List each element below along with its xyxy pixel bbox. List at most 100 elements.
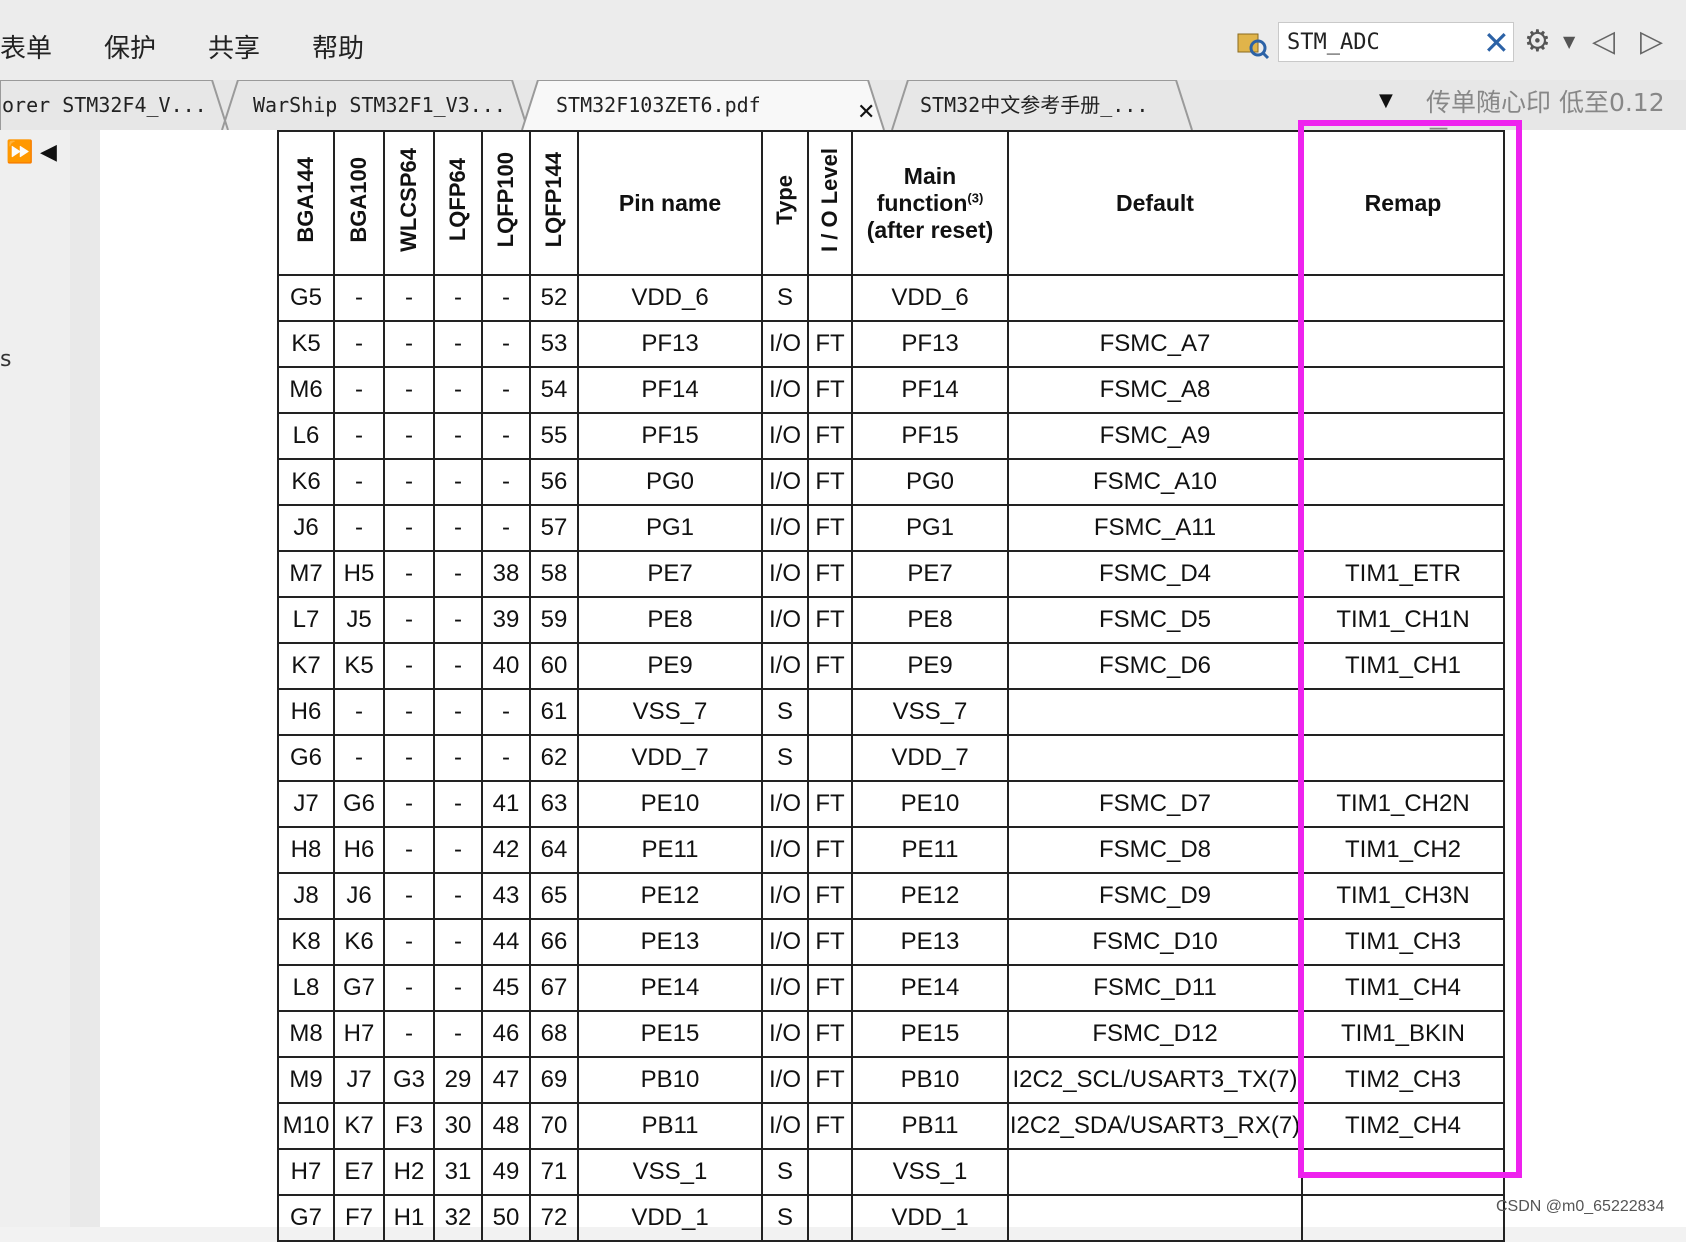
- table-cell: F7: [333, 1194, 385, 1242]
- table-cell: [1007, 688, 1303, 736]
- close-tab-icon[interactable]: ✕: [857, 100, 875, 125]
- table-cell: 49: [481, 1148, 531, 1196]
- find-icon[interactable]: [1236, 26, 1270, 60]
- table-cell: 57: [529, 504, 579, 552]
- table-cell: FSMC_A7: [1007, 320, 1303, 368]
- table-cell: I/O: [761, 826, 809, 874]
- table-cell: PE13: [851, 918, 1009, 966]
- table-cell: 58: [529, 550, 579, 598]
- table-cell: 54: [529, 366, 579, 414]
- table-cell: -: [333, 412, 385, 460]
- chevron-down-icon[interactable]: ▼: [1563, 32, 1575, 51]
- table-cell: 53: [529, 320, 579, 368]
- table-cell: [1007, 1194, 1303, 1242]
- table-cell: 68: [529, 1010, 579, 1058]
- table-cell: FSMC_A8: [1007, 366, 1303, 414]
- tab-reference-manual[interactable]: STM32中文参考手册_...: [920, 80, 1148, 130]
- table-cell: VSS_7: [851, 688, 1009, 736]
- table-cell: VDD_6: [851, 274, 1009, 322]
- table-cell: -: [333, 688, 385, 736]
- table-cell: -: [433, 504, 483, 552]
- tab-stm32f103zet6[interactable]: STM32F103ZET6.pdf: [556, 80, 761, 130]
- table-cell: PF15: [851, 412, 1009, 460]
- table-cell: -: [481, 366, 531, 414]
- table-cell: H8: [277, 826, 335, 874]
- previous-result-icon[interactable]: ◁: [1592, 24, 1615, 59]
- table-cell: H1: [383, 1194, 435, 1242]
- menu-item-help[interactable]: 帮助: [312, 28, 364, 65]
- table-cell: [807, 688, 853, 736]
- table-cell: -: [433, 734, 483, 782]
- table-cell: J5: [333, 596, 385, 644]
- header-io-level: I / O Level: [807, 130, 853, 276]
- table-cell: G7: [333, 964, 385, 1012]
- table-cell: H7: [333, 1010, 385, 1058]
- table-cell: FT: [807, 320, 853, 368]
- table-cell: K7: [277, 642, 335, 690]
- table-cell: [807, 1148, 853, 1196]
- table-cell: 65: [529, 872, 579, 920]
- table-cell: I/O: [761, 918, 809, 966]
- collapse-panel-icon[interactable]: ◀: [40, 140, 57, 165]
- table-cell: -: [433, 872, 483, 920]
- expand-panel-icon[interactable]: ⏩: [6, 140, 33, 165]
- table-cell: G3: [383, 1056, 435, 1104]
- header-bga100: BGA100: [333, 130, 385, 276]
- table-cell: FSMC_D5: [1007, 596, 1303, 644]
- table-cell: -: [481, 504, 531, 552]
- table-cell: [1007, 1148, 1303, 1196]
- table-cell: -: [433, 458, 483, 506]
- table-cell: PE14: [577, 964, 763, 1012]
- table-cell: FT: [807, 872, 853, 920]
- next-result-icon[interactable]: ▷: [1640, 24, 1663, 59]
- table-cell: 48: [481, 1102, 531, 1150]
- tab-list-dropdown-icon[interactable]: ▼: [1379, 90, 1393, 111]
- table-cell: -: [433, 918, 483, 966]
- table-cell: -: [433, 688, 483, 736]
- table-cell: VDD_7: [851, 734, 1009, 782]
- table-cell: -: [383, 964, 435, 1012]
- table-cell: -: [433, 320, 483, 368]
- table-cell: -: [383, 366, 435, 414]
- table-cell: PE10: [577, 780, 763, 828]
- header-pin-name: Pin name: [577, 130, 763, 276]
- table-cell: PE8: [577, 596, 763, 644]
- table-cell: [1007, 734, 1303, 782]
- menu-item-form[interactable]: 表单: [0, 28, 52, 65]
- table-cell: K5: [277, 320, 335, 368]
- header-bga144: BGA144: [277, 130, 335, 276]
- menu-item-protect[interactable]: 保护: [104, 28, 156, 65]
- table-cell: I/O: [761, 320, 809, 368]
- clear-search-icon[interactable]: ✕: [1483, 24, 1510, 62]
- table-cell: 32: [433, 1194, 483, 1242]
- table-cell: FSMC_A9: [1007, 412, 1303, 460]
- table-cell: -: [433, 596, 483, 644]
- tab-stm32f4[interactable]: orer STM32F4_V...: [2, 80, 207, 130]
- table-cell: 55: [529, 412, 579, 460]
- table-cell: I/O: [761, 780, 809, 828]
- table-cell: -: [383, 412, 435, 460]
- table-cell: PG0: [851, 458, 1009, 506]
- table-cell: 56: [529, 458, 579, 506]
- watermark: CSDN @m0_65222834: [1496, 1198, 1665, 1215]
- table-cell: FSMC_D9: [1007, 872, 1303, 920]
- table-cell: 64: [529, 826, 579, 874]
- search-input[interactable]: [1278, 22, 1514, 62]
- header-main-function: Main function(3) (after reset): [851, 130, 1009, 276]
- menu-item-share[interactable]: 共享: [208, 28, 260, 65]
- table-cell: S: [761, 1194, 809, 1242]
- table-cell: -: [481, 734, 531, 782]
- table-cell: FT: [807, 458, 853, 506]
- table-cell: PG0: [577, 458, 763, 506]
- table-cell: 50: [481, 1194, 531, 1242]
- table-cell: FT: [807, 1010, 853, 1058]
- gear-icon[interactable]: ⚙: [1524, 24, 1551, 59]
- table-cell: I/O: [761, 1056, 809, 1104]
- sidebar-splitter[interactable]: [70, 130, 101, 1227]
- table-cell: -: [481, 458, 531, 506]
- tab-warship[interactable]: WarShip STM32F1_V3...: [253, 80, 506, 130]
- table-cell: 63: [529, 780, 579, 828]
- table-cell: J7: [333, 1056, 385, 1104]
- table-cell: 45: [481, 964, 531, 1012]
- table-cell: -: [383, 872, 435, 920]
